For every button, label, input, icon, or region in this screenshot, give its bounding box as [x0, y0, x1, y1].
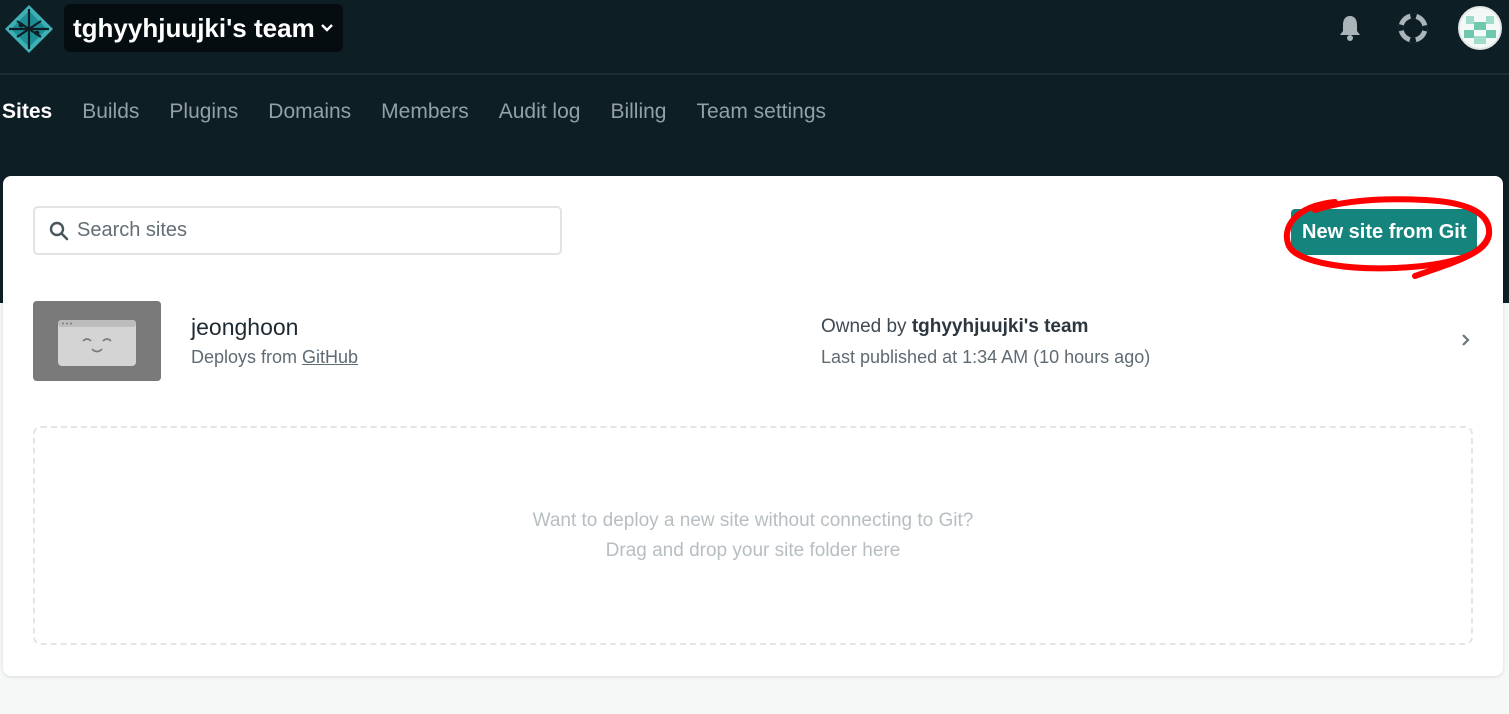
team-switcher[interactable]: tghyyhjuujki's team: [64, 4, 343, 52]
chevron-right-icon: [1462, 334, 1470, 346]
site-placeholder-icon: [33, 301, 161, 381]
tab-billing[interactable]: Billing: [610, 100, 666, 124]
search-box[interactable]: [33, 206, 562, 255]
site-row[interactable]: jeonghoon Deploys from GitHub Owned by t…: [33, 300, 1473, 382]
dropzone-line2: Drag and drop your site folder here: [605, 539, 901, 561]
site-owner: Owned by tghyyhjuujki's team: [821, 316, 1088, 338]
search-icon: [49, 221, 69, 240]
tab-audit-log[interactable]: Audit log: [499, 100, 581, 124]
chevron-down-icon: [320, 24, 333, 32]
team-nav: Sites Builds Plugins Domains Members Aud…: [0, 95, 856, 129]
new-site-from-git-button[interactable]: New site from Git: [1291, 209, 1478, 255]
deploy-prefix: Deploys from: [191, 347, 303, 367]
avatar[interactable]: [1458, 6, 1502, 50]
dropzone-line1: Want to deploy a new site without connec…: [532, 509, 974, 531]
tab-plugins[interactable]: Plugins: [169, 100, 238, 124]
site-deploy-source: Deploys from GitHub: [191, 347, 358, 368]
site-name[interactable]: jeonghoon: [191, 314, 298, 341]
netlify-logo-icon[interactable]: [3, 3, 55, 55]
help-button[interactable]: [1398, 13, 1428, 43]
github-link[interactable]: GitHub: [302, 347, 358, 367]
bell-icon: [1340, 16, 1360, 41]
sites-card: New site from Git jeonghoon Deploys from…: [3, 176, 1503, 676]
search-input[interactable]: [77, 219, 537, 242]
owner-name: tghyyhjuujki's team: [911, 316, 1089, 337]
avatar-identicon-icon: [1460, 8, 1500, 48]
tab-builds[interactable]: Builds: [82, 100, 139, 124]
header-divider: [0, 73, 1509, 75]
owner-prefix: Owned by: [821, 316, 912, 337]
site-thumbnail: [33, 301, 161, 381]
site-last-published: Last published at 1:34 AM (10 hours ago): [821, 347, 1151, 367]
tab-domains[interactable]: Domains: [268, 100, 351, 124]
drag-drop-zone[interactable]: Want to deploy a new site without connec…: [33, 426, 1473, 645]
tab-sites[interactable]: Sites: [2, 100, 52, 124]
lifebuoy-help-icon: [1398, 13, 1428, 43]
tab-members[interactable]: Members: [381, 100, 469, 124]
team-name: tghyyhjuujki's team: [73, 12, 315, 43]
tab-team-settings[interactable]: Team settings: [696, 100, 826, 124]
notifications-button[interactable]: [1335, 13, 1365, 43]
